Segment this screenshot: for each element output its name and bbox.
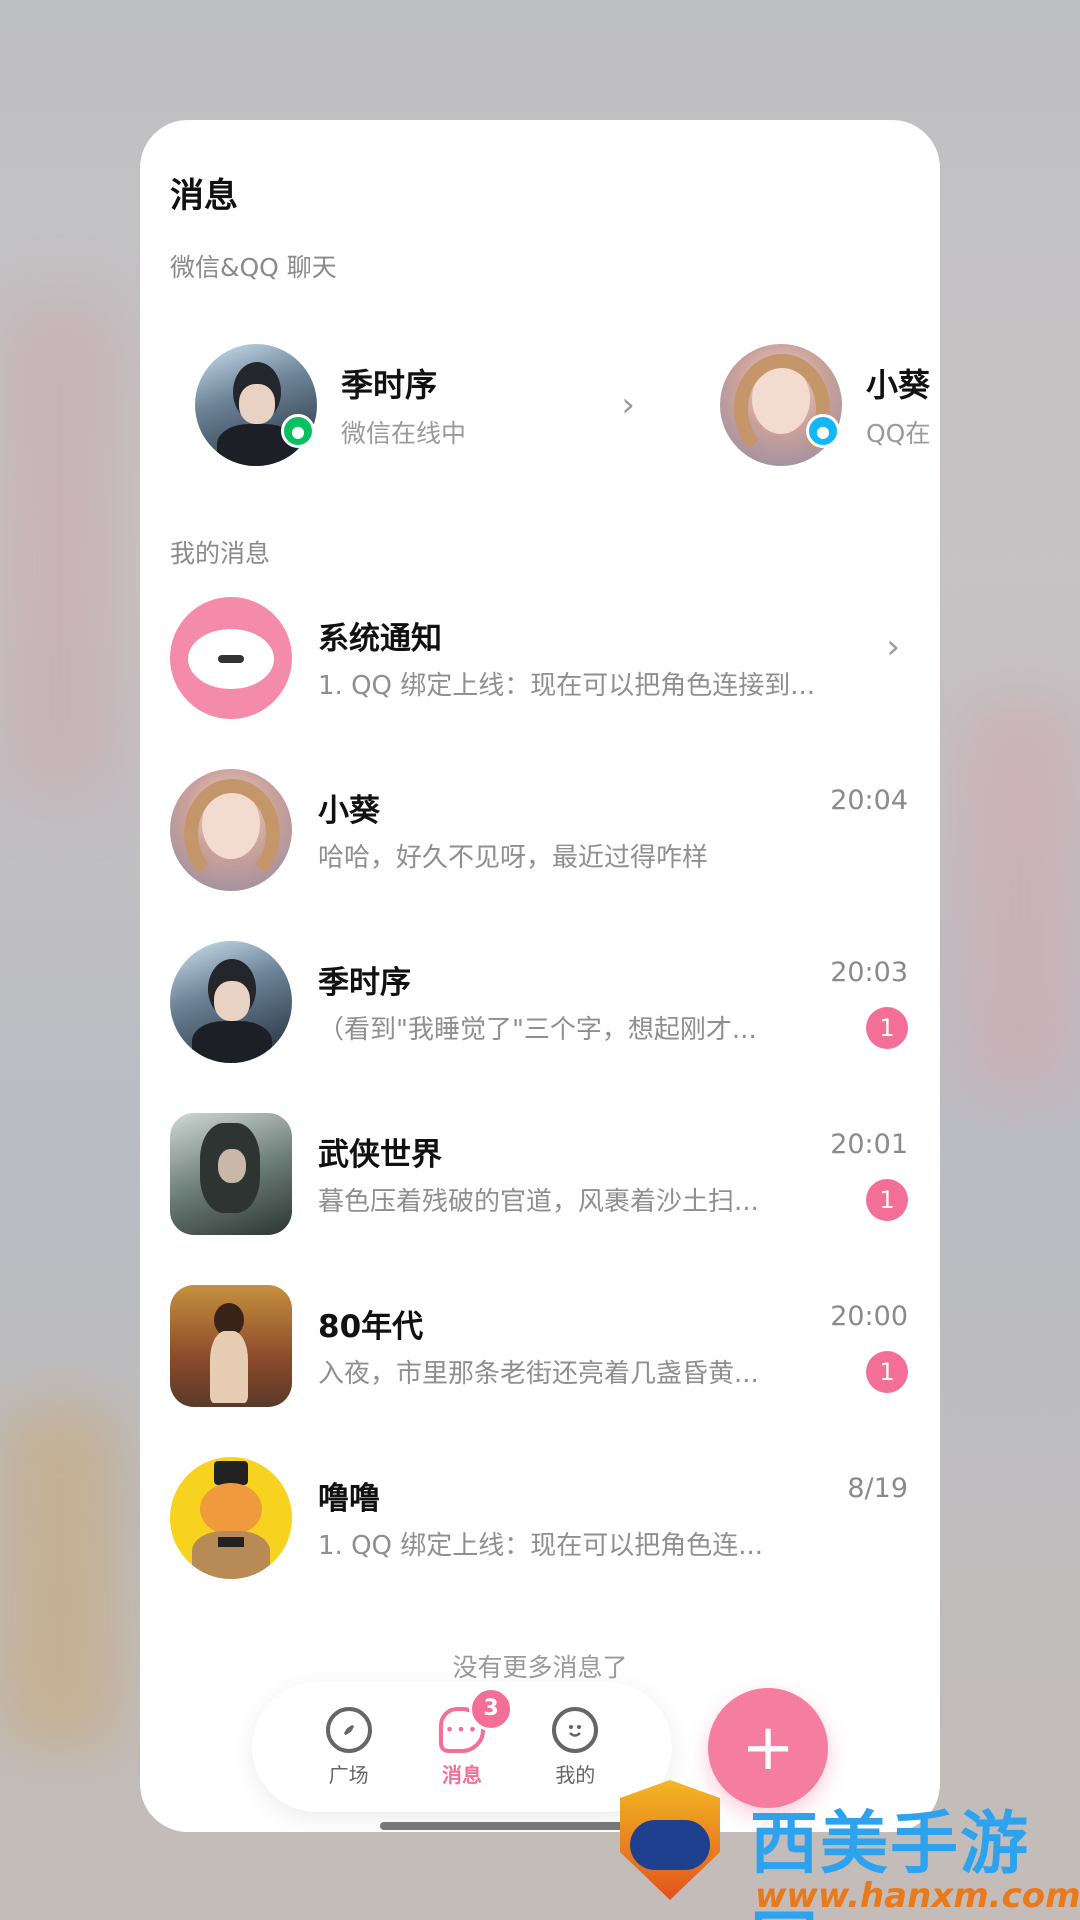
no-more-messages: 没有更多消息了 (452, 1653, 628, 1682)
message-preview: 入夜，市里那条老街还亮着几盏昏黄... (318, 1359, 759, 1389)
unread-badge: 1 (866, 1179, 908, 1221)
linked-chat-card[interactable]: ● 季时序 微信在线中 › (195, 330, 635, 480)
list-item[interactable]: 小葵 哈哈，好久不见呀，最近过得咋样 20:04 (140, 747, 940, 919)
tab-label: 消息 (441, 1762, 482, 1787)
linked-chat-name: 季时序 (341, 366, 438, 404)
message-time: 20:00 (830, 1301, 908, 1332)
message-time: 20:03 (830, 957, 908, 988)
message-title: 80年代 (318, 1309, 424, 1345)
chevron-right-icon: › (886, 627, 900, 667)
gamepad-logo-icon (610, 1780, 730, 1910)
linked-chat-card[interactable]: ● 小葵 QQ在 (720, 330, 940, 480)
tab-label: 广场 (328, 1762, 369, 1787)
wechat-icon: ● (281, 414, 315, 448)
message-title: 噜噜 (318, 1481, 380, 1517)
avatar (170, 769, 292, 891)
message-title: 武侠世界 (318, 1137, 442, 1173)
app-card[interactable]: 消息 微信&QQ 聊天 ● 季时序 微信在线中 › ● 小葵 QQ在 我的消息 … (140, 120, 940, 1832)
watermark: 西美手游网 www.hanxm.com (600, 1780, 1080, 1920)
message-preview: 1. QQ 绑定上线：现在可以把角色连接到... (318, 671, 816, 701)
my-messages-section-label: 我的消息 (170, 539, 271, 568)
linked-chat-strip[interactable]: ● 季时序 微信在线中 › ● 小葵 QQ在 (140, 330, 940, 480)
linked-chat-name: 小葵 (866, 366, 931, 404)
list-item[interactable]: 80年代 入夜，市里那条老街还亮着几盏昏黄... 20:00 1 (140, 1263, 940, 1435)
avatar (170, 941, 292, 1063)
message-preview: 哈哈，好久不见呀，最近过得咋样 (318, 843, 709, 873)
chevron-right-icon: › (621, 385, 635, 425)
list-item[interactable]: 季时序 （看到"我睡觉了"三个字，想起刚才... 20:03 1 (140, 919, 940, 1091)
wechat-qq-section-label: 微信&QQ 聊天 (170, 253, 337, 282)
background-blur (960, 700, 1080, 1100)
avatar (170, 1457, 292, 1579)
message-time: 20:01 (830, 1129, 908, 1160)
list-item[interactable]: 武侠世界 暮色压着残破的官道，风裹着沙土扫... 20:01 1 (140, 1091, 940, 1263)
smiley-icon (552, 1706, 599, 1753)
background-blur (0, 1400, 120, 1750)
linked-chat-status: 微信在线中 (341, 419, 467, 448)
avatar (170, 1113, 292, 1235)
message-preview: （看到"我睡觉了"三个字，想起刚才... (318, 1015, 757, 1045)
page-title: 消息 (170, 176, 238, 216)
unread-badge: 1 (866, 1351, 908, 1393)
avatar (170, 1285, 292, 1407)
background-blur (0, 300, 120, 800)
list-item[interactable]: 噜噜 1. QQ 绑定上线：现在可以把角色连... 8/19 (140, 1435, 940, 1607)
message-preview: 1. QQ 绑定上线：现在可以把角色连... (318, 1531, 764, 1561)
message-preview: 暮色压着残破的官道，风裹着沙土扫... (318, 1187, 759, 1217)
message-title: 季时序 (318, 965, 411, 1001)
message-time: 20:04 (830, 785, 908, 816)
tab-messages[interactable]: ••• 3 消息 (417, 1686, 513, 1788)
tab-badge: 3 (468, 1686, 513, 1731)
avatar (170, 597, 292, 719)
qq-icon: ● (806, 414, 840, 448)
tab-square[interactable]: 广场 (304, 1706, 394, 1788)
message-time: 8/19 (847, 1473, 908, 1504)
tab-mine[interactable]: 我的 (530, 1706, 620, 1788)
unread-badge: 1 (866, 1007, 908, 1049)
message-title: 小葵 (318, 793, 380, 829)
message-title: 系统通知 (318, 621, 442, 657)
list-item[interactable]: 系统通知 1. QQ 绑定上线：现在可以把角色连接到... › (140, 575, 940, 747)
compass-icon (325, 1706, 372, 1753)
linked-chat-status: QQ在 (866, 419, 931, 448)
watermark-url: www.hanxm.com (755, 1876, 1080, 1916)
tab-label: 我的 (555, 1762, 596, 1787)
